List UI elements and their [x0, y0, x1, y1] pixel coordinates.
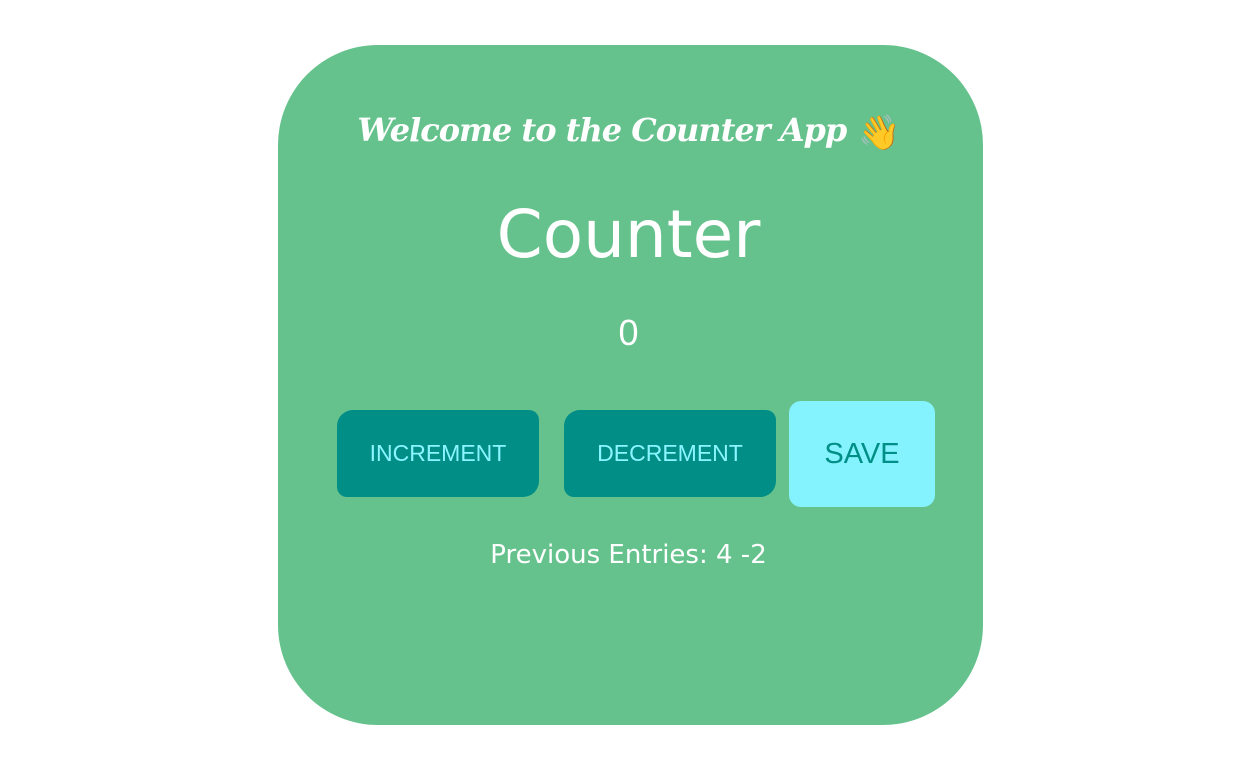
page-title: Counter [496, 196, 761, 273]
previous-entries: Previous Entries: 4 -2 [0, 535, 1257, 575]
welcome-heading: Welcome to the Counter App 👋 [0, 100, 1257, 160]
counter-value: 0 [618, 312, 639, 353]
save-button[interactable]: Save [789, 401, 935, 507]
decrement-button[interactable]: Decrement [564, 410, 776, 497]
previous-entries-values: 4 -2 [716, 540, 767, 570]
previous-entries-label: Previous Entries: [490, 540, 708, 570]
increment-button[interactable]: Increment [337, 410, 539, 497]
waving-hand-icon: 👋 [858, 112, 900, 153]
welcome-text: Welcome to the Counter App [357, 111, 847, 149]
